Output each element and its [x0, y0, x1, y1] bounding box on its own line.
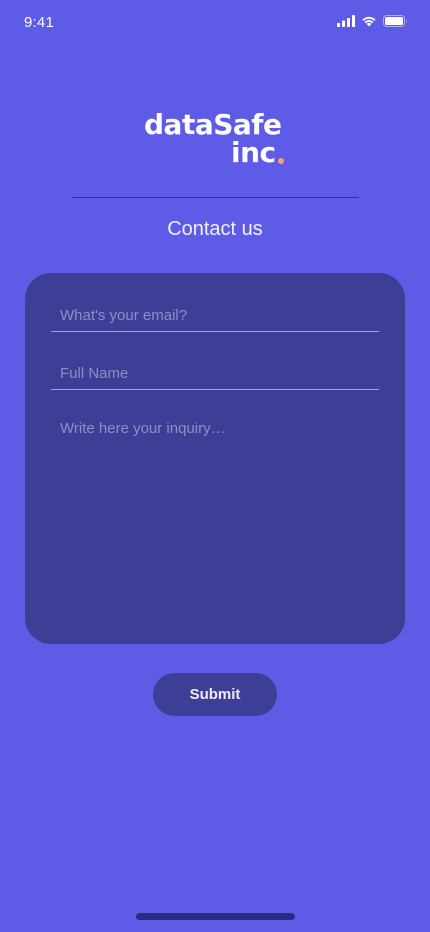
full-name-field[interactable] — [51, 358, 379, 390]
email-field[interactable] — [51, 300, 379, 332]
header-divider — [72, 197, 359, 198]
inquiry-textarea[interactable] — [51, 415, 379, 615]
logo-text-secondary: inc — [231, 136, 276, 169]
wifi-icon — [362, 16, 376, 27]
status-icons — [337, 15, 408, 27]
logo-accent-dot — [278, 158, 284, 164]
datasafe-logo: dataSafe inc — [144, 110, 294, 172]
home-indicator — [136, 913, 295, 920]
status-bar: 9:41 — [0, 0, 430, 46]
status-time: 9:41 — [24, 14, 54, 31]
cellular-signal-icon — [337, 15, 355, 27]
page-title: Contact us — [167, 218, 263, 240]
submit-button[interactable]: Submit — [153, 673, 277, 716]
contact-form-card — [25, 273, 405, 644]
battery-icon — [383, 15, 407, 27]
